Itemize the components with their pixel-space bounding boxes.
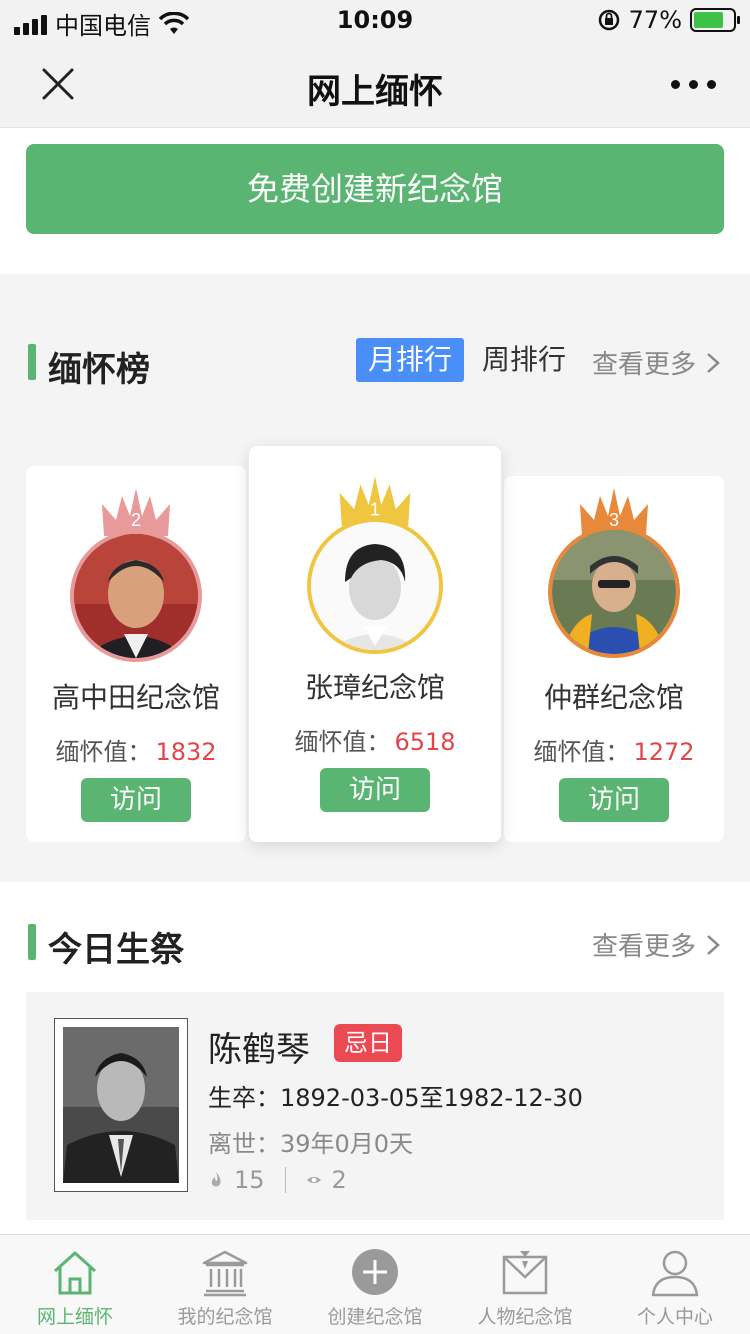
tab-label: 网上缅怀	[36, 1306, 113, 1328]
ranking-see-more-link[interactable]: 查看更多	[592, 344, 720, 381]
tab-figure-memorials[interactable]: 人物纪念馆	[450, 1235, 600, 1334]
tab-online-memorial[interactable]: 网上缅怀	[0, 1235, 150, 1334]
today-title: 今日生祭	[48, 930, 184, 970]
rank-number-2: 2	[131, 510, 141, 530]
rank-card-2[interactable]: 2 高中田纪念馆 缅怀值： 1832 访问	[26, 466, 246, 842]
today-section: 今日生祭 查看更多 陈鹤琴 忌日 生卒：1892-03-05至1982-12-3…	[0, 882, 750, 1234]
value-label: 缅怀值：	[533, 738, 630, 766]
rotation-lock-icon	[598, 9, 619, 31]
person-photo	[54, 1018, 188, 1192]
eye-icon	[306, 1176, 321, 1184]
avatar	[307, 518, 443, 654]
more-icon[interactable]	[671, 80, 716, 89]
person-lifespan: 生卒：1892-03-05至1982-12-30	[208, 1084, 583, 1112]
memorial-name: 仲群纪念馆	[543, 681, 684, 714]
rank-card-3[interactable]: 3 仲群纪念馆 缅怀值： 1272 访问	[504, 476, 724, 842]
today-person-card[interactable]: 陈鹤琴 忌日 生卒：1892-03-05至1982-12-30 离世：39年0月…	[26, 992, 724, 1220]
tab-create-memorial[interactable]: 创建纪念馆	[300, 1235, 450, 1334]
death-anniversary-badge: 忌日	[334, 1024, 402, 1062]
memorial-value: 缅怀值： 1272	[504, 732, 724, 767]
chevron-right-icon	[707, 352, 720, 373]
person-stats: 15 2	[208, 1166, 347, 1194]
page-title: 网上缅怀	[307, 72, 443, 112]
ranking-title: 缅怀榜	[48, 350, 150, 390]
see-more-label: 查看更多	[591, 350, 696, 380]
battery-percent: 77%	[628, 6, 682, 34]
flame-icon	[211, 1172, 221, 1187]
memorial-hall-icon	[202, 1250, 248, 1297]
bottom-tab-bar: 网上缅怀 我的纪念馆 创建纪念馆 人物纪念馆 个人中心	[0, 1234, 750, 1334]
create-section: 免费创建新纪念馆	[0, 128, 750, 274]
section-accent-bar	[28, 924, 36, 960]
status-bar: 中国电信 10:09 77%	[0, 0, 750, 44]
create-memorial-button[interactable]: 免费创建新纪念馆	[26, 144, 724, 234]
chevron-right-icon	[707, 934, 720, 955]
visit-button[interactable]: 访问	[320, 768, 430, 812]
visit-button[interactable]: 访问	[81, 778, 191, 822]
value-number: 1272	[633, 738, 695, 766]
today-see-more-link[interactable]: 查看更多	[592, 926, 720, 963]
battery-icon	[690, 8, 740, 32]
status-right: 77%	[597, 6, 740, 34]
rank-number-1: 1	[370, 499, 380, 520]
tab-my-memorials[interactable]: 我的纪念馆	[150, 1235, 300, 1334]
see-more-label: 查看更多	[591, 932, 696, 962]
tab-profile[interactable]: 个人中心	[600, 1235, 750, 1334]
flower-count: 15	[234, 1166, 265, 1194]
plus-circle-icon	[352, 1249, 398, 1295]
view-count: 2	[331, 1166, 347, 1194]
memorial-value: 缅怀值： 1832	[26, 732, 246, 767]
avatar	[70, 530, 202, 662]
avatar	[548, 526, 680, 658]
person-name: 陈鹤琴	[208, 1030, 310, 1070]
rank-card-1[interactable]: 1 张璋纪念馆 缅怀值： 6518 访问	[249, 446, 501, 842]
memorial-value: 缅怀值： 6518	[249, 722, 501, 757]
value-label: 缅怀值：	[294, 728, 391, 756]
section-accent-bar	[28, 344, 36, 380]
memorial-name: 张璋纪念馆	[304, 671, 445, 704]
value-number: 1832	[155, 738, 217, 766]
tab-label: 创建纪念馆	[327, 1306, 423, 1328]
user-icon	[651, 1250, 699, 1297]
value-number: 6518	[394, 728, 456, 756]
tab-label: 个人中心	[636, 1306, 713, 1328]
tab-weekly[interactable]: 周排行	[470, 338, 578, 382]
nav-bar: 网上缅怀	[0, 44, 750, 128]
tab-label: 人物纪念馆	[477, 1306, 573, 1328]
person-passed-duration: 离世：39年0月0天	[208, 1130, 414, 1158]
visit-button[interactable]: 访问	[559, 778, 669, 822]
ranking-section: 缅怀榜 月排行 周排行 查看更多 2 高中田纪念馆 缅怀值： 1832 访问 1…	[0, 294, 750, 882]
memorial-name: 高中田纪念馆	[51, 681, 220, 714]
value-label: 缅怀值：	[55, 738, 152, 766]
home-icon	[53, 1251, 97, 1295]
tab-monthly[interactable]: 月排行	[356, 338, 465, 382]
tab-label: 我的纪念馆	[177, 1306, 273, 1328]
person-hall-icon	[502, 1251, 548, 1295]
